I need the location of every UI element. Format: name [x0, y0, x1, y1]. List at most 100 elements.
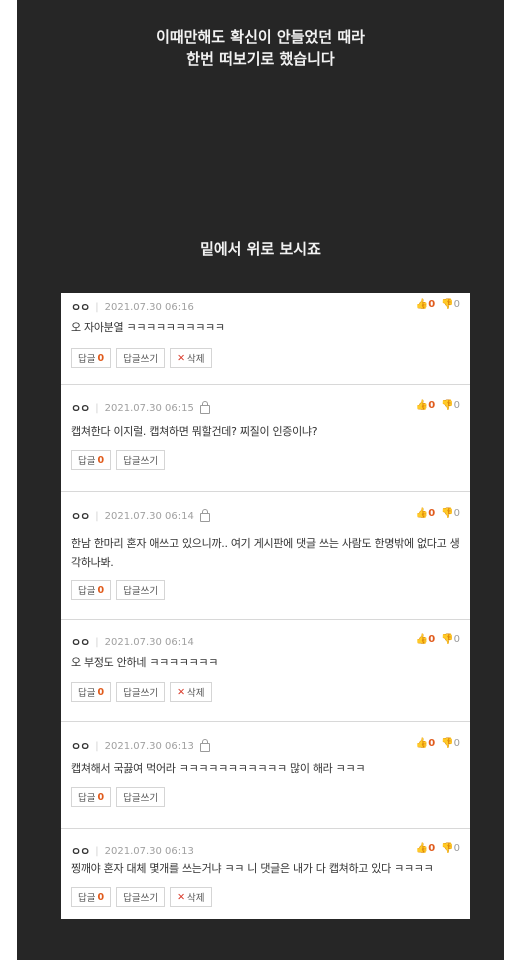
comment-meta: ㅇㅇ | 2021.07.30 06:13 [71, 738, 210, 754]
meta-separator: | [95, 740, 99, 752]
upvote-button[interactable]: 👍0 [416, 634, 435, 645]
delete-button[interactable]: ✕ 삭제 [170, 682, 212, 702]
thumbs-up-icon: 👍 [415, 843, 429, 854]
upvote-count: 0 [428, 508, 436, 519]
upvote-button[interactable]: 👍0 [416, 508, 435, 519]
comment-item: ㅇㅇ | 2021.07.30 06:14 👍0 👎0 한남 한마리 혼자 애쓰… [61, 492, 470, 620]
write-reply-button[interactable]: 답글쓰기 [116, 787, 166, 807]
comment-author[interactable]: ㅇㅇ [71, 400, 90, 416]
downvote-count: 0 [453, 299, 460, 310]
downvote-button[interactable]: 👎0 [441, 400, 460, 411]
upvote-count: 0 [428, 299, 436, 310]
comment-text: 한남 한마리 혼자 애쓰고 있으니까.. 여기 게시판에 댓글 쓰는 사람도 한… [71, 537, 460, 569]
comment-actions: 답글 0 답글쓰기 [71, 787, 166, 807]
upvote-button[interactable]: 👍0 [416, 843, 435, 854]
vote-box: 👍0 👎0 [416, 843, 460, 854]
reply-label: 답글 [78, 893, 96, 904]
comment-meta: ㅇㅇ | 2021.07.30 06:13 [71, 843, 194, 859]
thumbs-up-icon: 👍 [415, 738, 429, 749]
thumbs-up-icon: 👍 [415, 508, 429, 519]
thumbs-down-icon: 👎 [441, 843, 454, 854]
caption-sub: 밑에서 위로 보시죠 [200, 240, 321, 258]
comment-text: 오 자아분열 ㅋㅋㅋㅋㅋㅋㅋㅋㅋㅋ [71, 321, 225, 334]
meta-separator: | [95, 636, 99, 648]
thumbs-down-icon: 👎 [441, 400, 454, 411]
downvote-button[interactable]: 👎0 [441, 843, 460, 854]
comment-actions: 답글 0 답글쓰기 ✕ 삭제 [71, 887, 212, 907]
thumbs-down-icon: 👎 [441, 738, 454, 749]
reply-count-button[interactable]: 답글 0 [71, 450, 112, 470]
reply-count-button[interactable]: 답글 0 [71, 682, 112, 702]
comment-text: 캡쳐한다 이지럴. 캡쳐하면 뭐할건데? 찌질이 인증이냐? [71, 425, 318, 438]
upvote-button[interactable]: 👍0 [416, 400, 435, 411]
reply-count-button[interactable]: 답글 0 [71, 348, 112, 368]
caption-line-1: 이때만해도 확신이 안들었던 때라 [156, 28, 365, 46]
upvote-button[interactable]: 👍0 [416, 738, 435, 749]
comment-author[interactable]: ㅇㅇ [71, 299, 90, 315]
reply-count-button[interactable]: 답글 0 [71, 580, 112, 600]
write-reply-button[interactable]: 답글쓰기 [116, 348, 166, 368]
upvote-count: 0 [428, 843, 436, 854]
meta-separator: | [95, 510, 99, 522]
reply-label: 답글 [78, 688, 96, 699]
comment-text: 오 부정도 안하네 ㅋㅋㅋㅋㅋㅋㅋ [71, 656, 219, 669]
comment-author[interactable]: ㅇㅇ [71, 843, 90, 859]
thumbs-up-icon: 👍 [415, 299, 429, 310]
reply-count-button[interactable]: 답글 0 [71, 887, 112, 907]
downvote-button[interactable]: 👎0 [441, 299, 460, 310]
comment-item: ㅇㅇ | 2021.07.30 06:13 👍0 👎0 찡깨야 혼자 대체 몇개… [61, 829, 470, 919]
delete-label: 삭제 [187, 688, 205, 699]
comment-list: ㅇㅇ | 2021.07.30 06:16 👍0 👎0 오 자아분열 ㅋㅋㅋㅋㅋ… [61, 293, 470, 919]
comment-author[interactable]: ㅇㅇ [71, 738, 90, 754]
comment-author[interactable]: ㅇㅇ [71, 634, 90, 650]
write-reply-button[interactable]: 답글쓰기 [116, 887, 166, 907]
comment-item: ㅇㅇ | 2021.07.30 06:13 👍0 👎0 캡쳐해서 국끓여 먹어라… [61, 722, 470, 829]
upvote-count: 0 [428, 738, 436, 749]
lock-icon [199, 738, 210, 752]
vote-box: 👍0 👎0 [416, 299, 460, 310]
thumbs-down-icon: 👎 [441, 634, 454, 645]
upvote-button[interactable]: 👍0 [416, 299, 435, 310]
thumbs-down-icon: 👎 [441, 508, 454, 519]
vote-box: 👍0 👎0 [416, 634, 460, 645]
comment-meta: ㅇㅇ | 2021.07.30 06:16 [71, 299, 194, 315]
downvote-button[interactable]: 👎0 [441, 634, 460, 645]
reply-count-button[interactable]: 답글 0 [71, 787, 112, 807]
write-reply-button[interactable]: 답글쓰기 [116, 682, 166, 702]
comment-author[interactable]: ㅇㅇ [71, 508, 90, 524]
comment-meta: ㅇㅇ | 2021.07.30 06:14 [71, 634, 194, 650]
reply-count: 0 [97, 454, 105, 466]
thumbs-up-icon: 👍 [415, 400, 429, 411]
downvote-button[interactable]: 👎0 [441, 738, 460, 749]
comment-item: ㅇㅇ | 2021.07.30 06:16 👍0 👎0 오 자아분열 ㅋㅋㅋㅋㅋ… [61, 293, 470, 385]
comment-actions: 답글 0 답글쓰기 [71, 580, 166, 600]
write-reply-button[interactable]: 답글쓰기 [116, 450, 166, 470]
downvote-count: 0 [453, 738, 460, 749]
comment-item: ㅇㅇ | 2021.07.30 06:15 👍0 👎0 캡쳐한다 이지럴. 캡쳐… [61, 385, 470, 492]
comment-date: 2021.07.30 06:14 [104, 510, 194, 522]
lock-icon [199, 508, 210, 522]
delete-label: 삭제 [187, 893, 205, 904]
caption-top: 이때만해도 확신이 안들었던 때라 한번 떠보기로 했습니다 [17, 26, 504, 70]
delete-button[interactable]: ✕ 삭제 [170, 887, 212, 907]
downvote-count: 0 [453, 508, 460, 519]
delete-label: 삭제 [187, 354, 205, 365]
comment-item: ㅇㅇ | 2021.07.30 06:14 👍0 👎0 오 부정도 안하네 ㅋㅋ… [61, 620, 470, 722]
thumbs-up-icon: 👍 [415, 634, 429, 645]
delete-button[interactable]: ✕ 삭제 [170, 348, 212, 368]
upvote-count: 0 [428, 400, 436, 411]
vote-box: 👍0 👎0 [416, 508, 460, 519]
downvote-button[interactable]: 👎0 [441, 508, 460, 519]
meta-separator: | [95, 402, 99, 414]
write-reply-button[interactable]: 답글쓰기 [116, 580, 166, 600]
comment-actions: 답글 0 답글쓰기 ✕ 삭제 [71, 682, 212, 702]
meta-separator: | [95, 845, 99, 857]
comment-actions: 답글 0 답글쓰기 [71, 450, 166, 470]
comment-text: 캡쳐해서 국끓여 먹어라 ㅋㅋㅋㅋㅋㅋㅋㅋㅋㅋㅋ 많이 해라 ㅋㅋㅋ [71, 762, 366, 775]
comment-actions: 답글 0 답글쓰기 ✕ 삭제 [71, 348, 212, 368]
comment-date: 2021.07.30 06:15 [104, 402, 194, 414]
vote-box: 👍0 👎0 [416, 400, 460, 411]
reply-count: 0 [97, 791, 105, 803]
reply-label: 답글 [78, 793, 96, 804]
reply-count: 0 [97, 891, 105, 903]
